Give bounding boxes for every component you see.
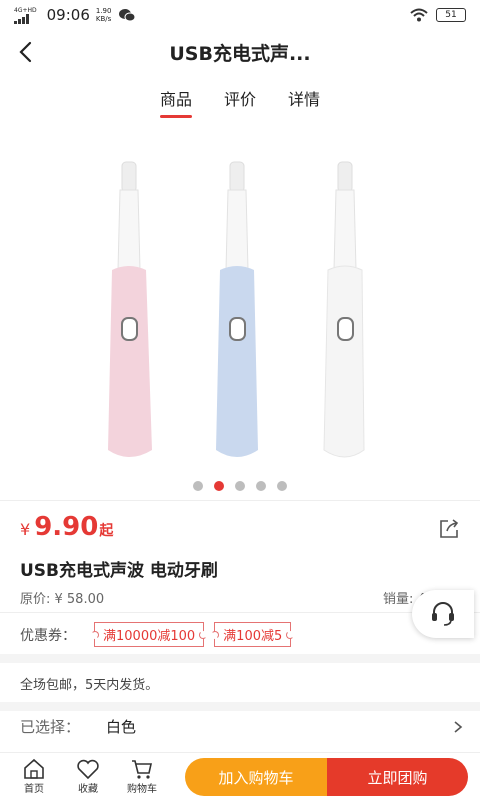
- price-value: 9.90: [34, 512, 99, 542]
- tab-details[interactable]: 详情: [288, 86, 320, 118]
- section-tabs: 商品 评价 详情: [0, 86, 480, 118]
- toothbrush-blue: [216, 161, 258, 457]
- chevron-right-icon: [454, 720, 463, 733]
- home-icon: [24, 758, 44, 779]
- divider: [0, 612, 480, 613]
- product-name: USB充电式声波 电动牙刷: [20, 561, 218, 581]
- tab-reviews[interactable]: 评价: [224, 86, 256, 118]
- currency-symbol: ¥: [20, 520, 31, 539]
- signal-icon: [14, 13, 37, 24]
- cart-icon: [132, 760, 152, 779]
- coupon-row[interactable]: 优惠券： 满10000减100 满100减5: [20, 622, 460, 647]
- status-bar: 4G+HD 09:06 1.90 KB/s 51: [0, 0, 480, 30]
- share-icon[interactable]: [437, 517, 461, 541]
- customer-service-button[interactable]: [412, 590, 474, 638]
- network-indicator: 4G+HD: [14, 7, 37, 24]
- carousel-dot-active[interactable]: [214, 481, 224, 491]
- battery-level: 51: [445, 10, 457, 20]
- tab-goods[interactable]: 商品: [159, 86, 192, 118]
- chat-app-icon: [119, 9, 136, 22]
- toothbrush-pink: [108, 161, 152, 457]
- price-suffix: 起: [99, 523, 114, 539]
- heart-icon: [77, 759, 99, 780]
- clock: 09:06: [46, 6, 90, 24]
- coupon-badge[interactable]: 满10000减100: [94, 622, 205, 647]
- back-arrow-icon[interactable]: [14, 38, 42, 66]
- carousel-dot[interactable]: [256, 481, 266, 491]
- product-image-carousel[interactable]: [0, 130, 480, 500]
- selected-option-row[interactable]: 已选择： 白色: [20, 716, 465, 737]
- product-price: ¥ 9.90 起: [20, 512, 113, 542]
- wifi-icon: [410, 8, 428, 22]
- speed-unit: KB/s: [95, 15, 112, 23]
- divider: [0, 500, 480, 501]
- carousel-dot[interactable]: [277, 481, 287, 491]
- nav-cart[interactable]: 购物车: [116, 758, 168, 795]
- nav-home-label: 首页: [24, 784, 44, 795]
- section-gap: [0, 702, 480, 711]
- coupon-label: 优惠券：: [20, 627, 76, 644]
- add-to-cart-button[interactable]: 加入购物车: [185, 758, 327, 796]
- battery-icon: 51: [436, 8, 466, 22]
- selected-value: 白色: [106, 718, 137, 736]
- nav-cart-label: 购物车: [127, 784, 157, 795]
- nav-favorite[interactable]: 收藏: [62, 758, 114, 795]
- coupon-badge[interactable]: 满100减5: [214, 622, 292, 647]
- section-gap: [0, 654, 480, 663]
- carousel-dot[interactable]: [193, 481, 203, 491]
- original-price: 原价: ¥ 58.00: [20, 592, 105, 607]
- headset-icon: [432, 602, 454, 626]
- carousel-dot[interactable]: [235, 481, 245, 491]
- group-buy-button[interactable]: 立即团购: [327, 758, 468, 796]
- selected-label: 已选择：: [20, 718, 81, 736]
- toothbrush-white: [323, 161, 365, 458]
- nav-favorite-label: 收藏: [78, 784, 98, 795]
- network-type: 4G+HD: [14, 6, 37, 14]
- nav-home[interactable]: 首页: [8, 758, 60, 795]
- top-nav: USB充电式声...: [0, 30, 480, 74]
- network-speed: 1.90 KB/s: [96, 7, 112, 23]
- shipping-info: 全场包邮，5天内发货。: [20, 678, 159, 693]
- carousel-indicator: [0, 481, 480, 491]
- speed-value: 1.90: [95, 7, 112, 15]
- bottom-action-bar: 首页 收藏 购物车 加入购物车 立即团购: [0, 752, 480, 800]
- page-title: USB充电式声...: [169, 42, 311, 65]
